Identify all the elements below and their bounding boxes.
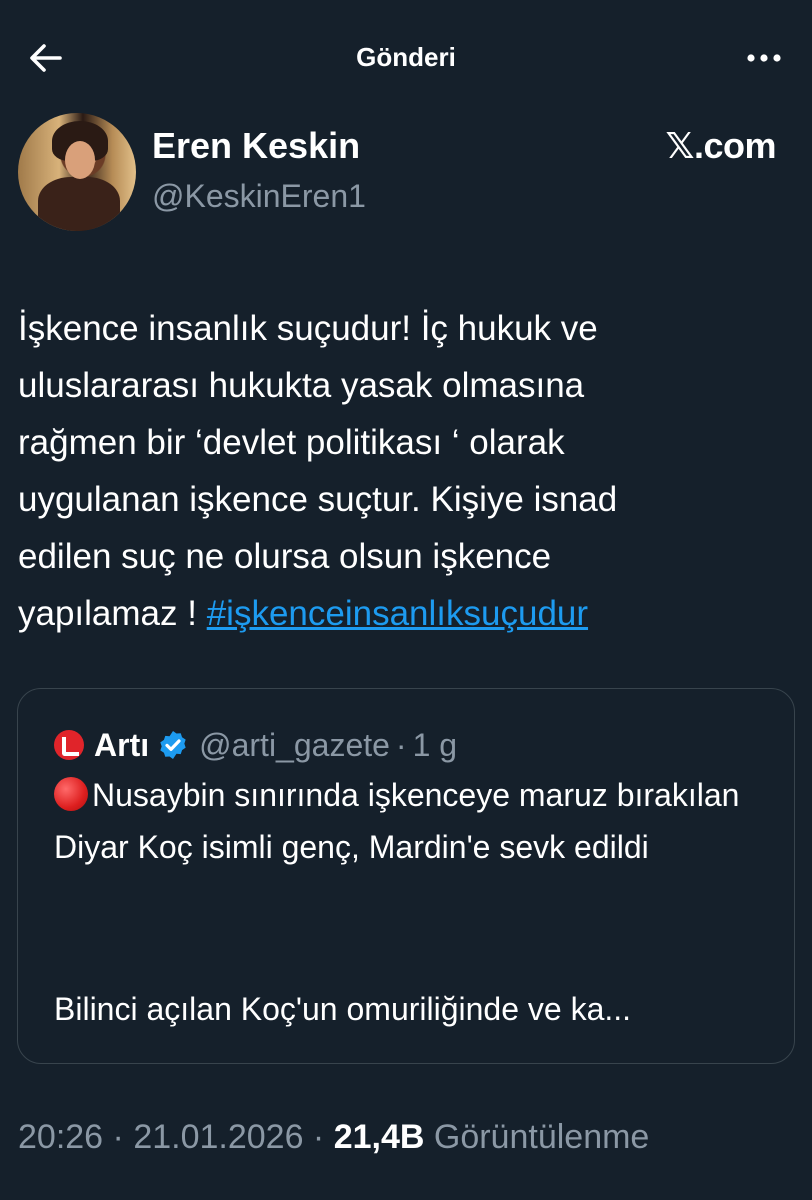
quoted-author-name: Artı [94, 726, 150, 763]
post-detail-screen: Gönderi Eren Keskin @KeskinEren1 𝕏.com İ… [0, 0, 812, 1200]
views-label: Görüntülenme [424, 1118, 650, 1156]
author-name[interactable]: Eren Keskin [152, 125, 360, 167]
tweet-time: 20:26 [18, 1118, 104, 1156]
tweet-meta: 20:26 · 21.01.2026 · 21,4B Görüntülenme [18, 1118, 649, 1157]
quoted-tweet-text: Nusaybin sınırında işkenceye maruz bırak… [54, 769, 774, 873]
tweet-text: İşkence insanlık suçudur! İç hukuk ve ul… [18, 300, 788, 642]
arti-logo-icon [54, 730, 84, 760]
author-handle[interactable]: @KeskinEren1 [152, 178, 366, 215]
quoted-tweet-card[interactable]: Artı @arti_gazete · 1 g Nusaybin sınırın… [17, 688, 795, 1064]
views-count[interactable]: 21,4B [334, 1118, 425, 1156]
more-options-button[interactable] [742, 38, 786, 78]
verified-badge-icon [160, 731, 186, 759]
tweet-date: 21.01.2026 [133, 1118, 304, 1156]
page-title: Gönderi [356, 42, 456, 72]
separator-dot: · [395, 726, 407, 763]
quoted-text-body: Nusaybin sınırında işkenceye maruz bırak… [54, 777, 740, 865]
separator-dot: · [303, 1118, 334, 1156]
quoted-author-handle: @arti_gazete [199, 726, 390, 763]
red-circle-icon [54, 777, 88, 811]
quoted-tweet-header: Artı @arti_gazete · 1 g [54, 725, 457, 765]
separator-dot: · [103, 1118, 134, 1156]
quoted-tweet-time: 1 g [412, 726, 458, 763]
top-bar: Gönderi [0, 20, 812, 96]
tweet-body: İşkence insanlık suçudur! İç hukuk ve ul… [18, 309, 618, 633]
hashtag-link[interactable]: #işkenceinsanlıksuçudur [207, 594, 588, 633]
x-com-logo: 𝕏.com [665, 125, 776, 166]
avatar[interactable] [18, 113, 136, 231]
more-horizontal-icon [747, 54, 781, 62]
quoted-tweet-text-continued: Bilinci açılan Koç'un omuriliğinde ve ka… [54, 991, 632, 1027]
